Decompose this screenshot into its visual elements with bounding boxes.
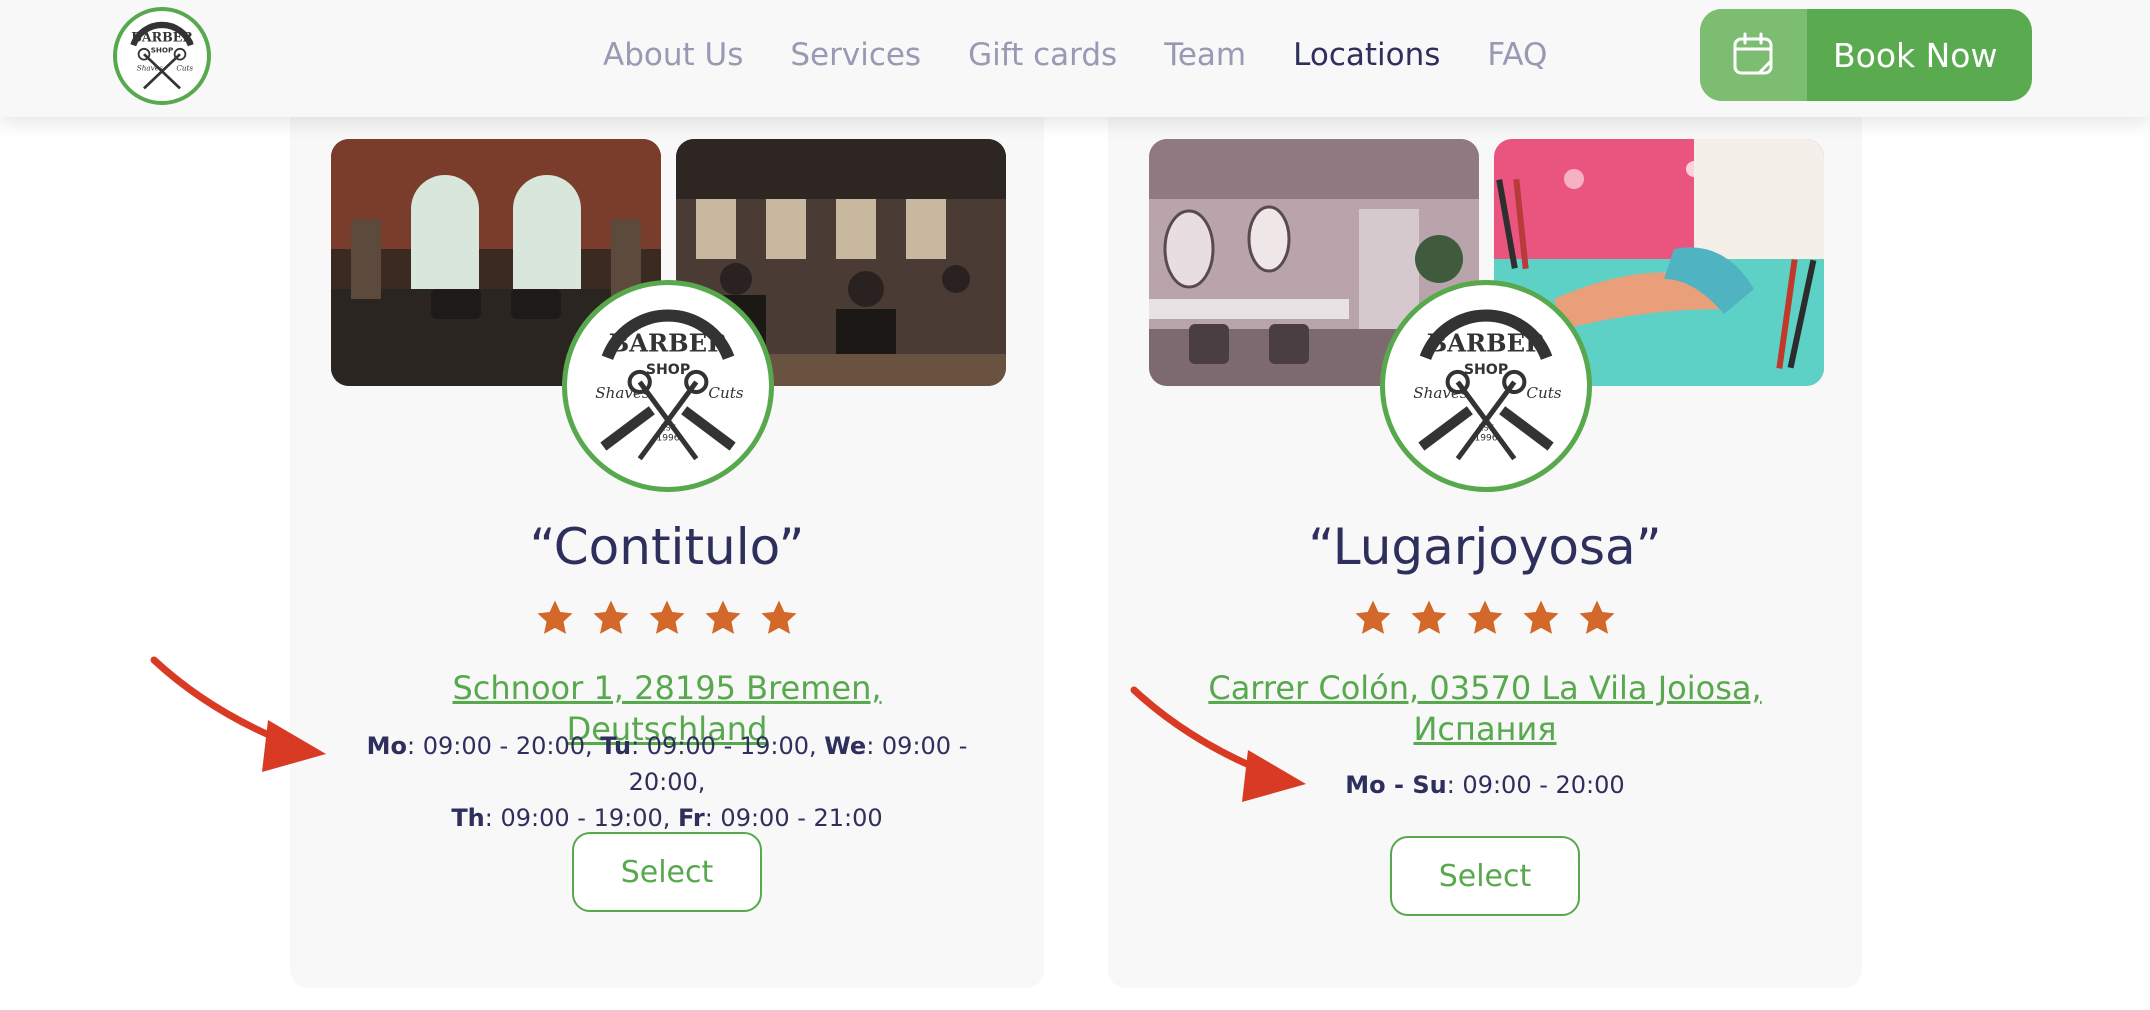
logo-mark: SHOP bbox=[151, 45, 174, 54]
logo-mark: SHOP bbox=[1464, 362, 1508, 378]
barbershop-logo[interactable]: BARBER SHOP Shaves Cuts bbox=[113, 7, 211, 105]
book-now-label: Book Now bbox=[1833, 35, 1998, 75]
logo-mark: EST bbox=[1478, 422, 1493, 432]
logo-mark: Shaves bbox=[137, 63, 163, 72]
logo-mark: EST bbox=[660, 422, 675, 432]
nav-services[interactable]: Services bbox=[790, 37, 921, 73]
hours-time: : 09:00 - 19:00, bbox=[484, 804, 678, 832]
location-card-contitulo: BARBER SHOP Shaves Cuts EST 1996 “Contit… bbox=[290, 100, 1044, 988]
hours-time: : 09:00 - 20:00, bbox=[407, 732, 601, 760]
select-location-button[interactable]: Select bbox=[1390, 836, 1580, 916]
location-logo: BARBER SHOP Shaves Cuts EST 1996 bbox=[1380, 280, 1592, 492]
logo-mark: 1996 bbox=[1474, 434, 1497, 444]
logo-mark: Cuts bbox=[176, 63, 193, 72]
select-location-button[interactable]: Select bbox=[572, 832, 762, 912]
book-now-button[interactable]: Book Now bbox=[1700, 9, 2032, 101]
hours-time: : 09:00 - 20:00 bbox=[1446, 771, 1625, 799]
annotation-arrow-icon bbox=[150, 656, 326, 772]
site-header: BARBER SHOP Shaves Cuts About Us Service… bbox=[0, 0, 2150, 117]
hours-day: Th bbox=[451, 804, 485, 832]
rating-stars bbox=[1108, 598, 1862, 638]
rating-stars bbox=[290, 598, 1044, 638]
hours-day: Fr bbox=[678, 804, 705, 832]
location-logo: BARBER SHOP Shaves Cuts EST 1996 bbox=[562, 280, 774, 492]
star-icon bbox=[1579, 600, 1615, 634]
logo-mark: BARBER bbox=[1427, 329, 1546, 358]
nav-gift-cards[interactable]: Gift cards bbox=[968, 37, 1117, 73]
hours-day: We bbox=[824, 732, 867, 760]
hours-day: Mo - Su bbox=[1345, 771, 1447, 799]
calendar-icon bbox=[1700, 9, 1807, 101]
star-icon bbox=[537, 600, 573, 634]
star-icon bbox=[1523, 600, 1559, 634]
star-icon bbox=[1355, 600, 1391, 634]
logo-mark: BARBER bbox=[609, 329, 728, 358]
star-icon bbox=[1467, 600, 1503, 634]
logo-mark: BARBER bbox=[131, 30, 193, 45]
annotation-arrow-icon bbox=[1130, 686, 1306, 802]
location-name: “Contitulo” bbox=[529, 518, 805, 576]
nav-locations[interactable]: Locations bbox=[1293, 37, 1440, 73]
star-icon bbox=[649, 600, 685, 634]
nav-team[interactable]: Team bbox=[1164, 37, 1246, 73]
barbershop-logo-icon: BARBER SHOP Shaves Cuts bbox=[130, 21, 194, 90]
opening-hours: Mo: 09:00 - 20:00, Tu: 09:00 - 19:00, We… bbox=[330, 728, 1004, 836]
nav-about-us[interactable]: About Us bbox=[603, 37, 743, 73]
hours-day: Mo bbox=[366, 732, 408, 760]
logo-mark: Shaves bbox=[1413, 384, 1468, 402]
hours-time: : 09:00 - 19:00, bbox=[631, 732, 825, 760]
logo-mark: SHOP bbox=[646, 362, 690, 378]
star-icon bbox=[1411, 600, 1447, 634]
hours-time: : 09:00 - 21:00 bbox=[704, 804, 883, 832]
hours-day: Tu bbox=[600, 732, 632, 760]
logo-mark: Cuts bbox=[1526, 384, 1561, 402]
star-icon bbox=[761, 600, 797, 634]
main-nav: About Us Services Gift cards Team Locati… bbox=[603, 0, 1594, 110]
barbershop-logo-icon: BARBER SHOP Shaves Cuts EST 1996 bbox=[595, 309, 744, 461]
location-card-lugarjoyosa: BARBER SHOP Shaves Cuts EST 1996 “Lugarj… bbox=[1108, 100, 1862, 988]
logo-mark: 1996 bbox=[656, 434, 679, 444]
star-icon bbox=[705, 600, 741, 634]
logo-mark: Cuts bbox=[708, 384, 743, 402]
star-icon bbox=[593, 600, 629, 634]
barbershop-logo-icon: BARBER SHOP Shaves Cuts EST 1996 bbox=[1413, 309, 1562, 461]
location-name: “Lugarjoyosa” bbox=[1308, 518, 1662, 576]
logo-mark: Shaves bbox=[595, 384, 650, 402]
nav-faq[interactable]: FAQ bbox=[1487, 37, 1547, 73]
